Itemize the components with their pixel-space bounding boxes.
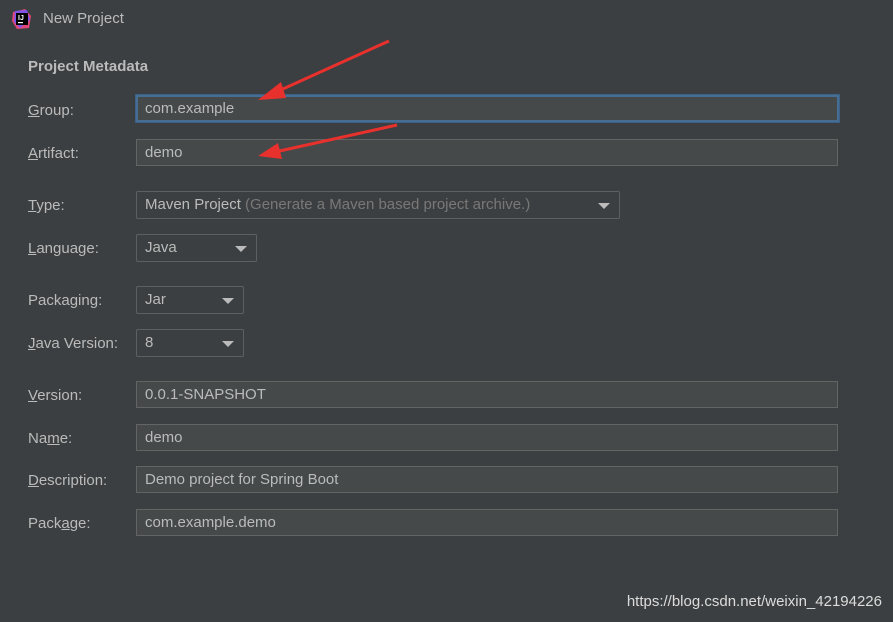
annotation-arrow-group xyxy=(258,39,390,100)
annotation-arrows xyxy=(258,39,398,159)
watermark: https://blog.csdn.net/weixin_42194226 xyxy=(626,593,882,610)
annotation-arrow-artifact xyxy=(258,123,398,159)
